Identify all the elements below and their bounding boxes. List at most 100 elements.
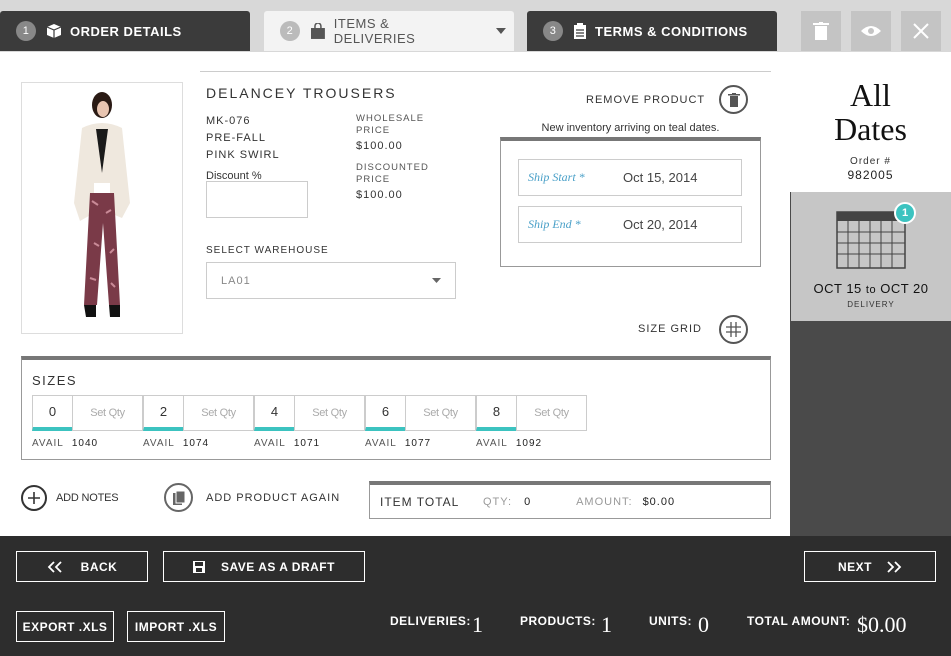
product-name: DELANCEY TROUSERS [206, 85, 397, 101]
delivery-range: OCT 15 to OCT 20 [813, 281, 929, 296]
discount-input[interactable] [206, 181, 308, 218]
size-value: 2 [143, 395, 184, 431]
set-qty-input[interactable]: Set Qty [405, 395, 476, 431]
tab-items-deliveries[interactable]: 2 ITEMS & DELIVERIES [264, 11, 514, 51]
amount-label: AMOUNT: [576, 495, 633, 508]
ship-start-field[interactable]: Ship Start * Oct 15, 2014 [518, 159, 742, 196]
size-qty-box[interactable]: 0 Set Qty [32, 395, 143, 431]
double-chevron-right-icon [887, 560, 902, 573]
avail-count: AVAIL 1040 [32, 438, 99, 449]
products-label: PRODUCTS: [520, 614, 596, 628]
delivery-card[interactable]: 1 OCT 15 to OCT 20 DELIVERY [791, 192, 951, 321]
total-amount-value: $0.00 [857, 612, 907, 637]
set-qty-input[interactable]: Set Qty [294, 395, 365, 431]
ship-dates-box [500, 137, 761, 267]
export-xls-button[interactable]: EXPORT .XLS [16, 611, 114, 642]
ship-end-value: Oct 20, 2014 [623, 217, 698, 232]
size-qty-box[interactable]: 8 Set Qty [476, 395, 587, 431]
size-value: 0 [32, 395, 73, 431]
step-number: 1 [16, 21, 36, 41]
add-product-again-label[interactable]: ADD PRODUCT AGAIN [206, 492, 340, 504]
step-number: 3 [543, 21, 563, 41]
avail-count: AVAIL 1077 [365, 438, 432, 449]
next-button[interactable]: NEXT [804, 551, 936, 582]
save-icon [193, 560, 206, 573]
trash-icon [813, 22, 829, 40]
avail-count: AVAIL 1071 [254, 438, 321, 449]
tab-label: ORDER DETAILS [70, 23, 182, 39]
warehouse-value: LA01 [221, 274, 251, 287]
tab-label: TERMS & CONDITIONS [595, 23, 748, 39]
total-amount-label: TOTAL AMOUNT: [747, 614, 851, 628]
sidebar-title: All Dates [834, 77, 907, 147]
back-button[interactable]: BACK [16, 551, 148, 582]
size-qty-box[interactable]: 4 Set Qty [254, 395, 365, 431]
product-season: PRE-FALL [206, 132, 266, 144]
qty-label: QTY: [483, 495, 513, 508]
close-button[interactable] [901, 11, 941, 51]
ship-end-label: Ship End * [528, 217, 581, 231]
product-sku: MK-076 [206, 115, 251, 127]
model-figure [74, 92, 130, 317]
units-label: UNITS: [649, 614, 692, 628]
product-image [21, 82, 183, 334]
deliveries-value: 1 [472, 612, 483, 637]
remove-product-button[interactable] [719, 85, 748, 114]
tab-label: ITEMS & DELIVERIES [333, 16, 416, 46]
tab-terms-conditions[interactable]: 3 TERMS & CONDITIONS [527, 11, 777, 51]
grid-icon [726, 322, 741, 337]
wholesale-label: WHOLESALE PRICE [356, 113, 425, 136]
wholesale-price: $100.00 [356, 140, 403, 152]
trash-icon [727, 92, 740, 107]
size-value: 8 [476, 395, 517, 431]
clipboard-icon [574, 22, 586, 39]
double-chevron-left-icon [47, 560, 62, 573]
chevron-down-icon[interactable] [496, 28, 506, 34]
import-xls-button[interactable]: IMPORT .XLS [127, 611, 225, 642]
sizes-title: SIZES [32, 373, 78, 388]
tab-order-details[interactable]: 1 ORDER DETAILS [0, 11, 250, 51]
add-notes-button[interactable] [21, 485, 47, 511]
set-qty-input[interactable]: Set Qty [72, 395, 143, 431]
size-grid-button[interactable] [719, 315, 748, 344]
size-grid-label[interactable]: SIZE GRID [638, 323, 702, 335]
product-details: MK-076 PRE-FALL PINK SWIRL [206, 113, 280, 164]
units-value: 0 [698, 612, 709, 637]
qty-value: 0 [524, 495, 531, 508]
size-value: 6 [365, 395, 406, 431]
ship-end-field[interactable]: Ship End * Oct 20, 2014 [518, 206, 742, 243]
avail-count: AVAIL 1074 [143, 438, 210, 449]
delete-button[interactable] [801, 11, 841, 51]
set-qty-input[interactable]: Set Qty [183, 395, 254, 431]
size-qty-box[interactable]: 6 Set Qty [365, 395, 476, 431]
warehouse-select[interactable]: LA01 [206, 262, 456, 299]
shopping-bag-icon [310, 22, 325, 39]
chevron-down-icon [432, 278, 441, 283]
amount-value: $0.00 [642, 495, 676, 508]
warehouse-label: SELECT WAREHOUSE [206, 245, 329, 256]
plus-icon [28, 492, 40, 504]
discounted-label: DISCOUNTED PRICE [356, 162, 429, 185]
item-total-box: ITEM TOTAL QTY: 0 AMOUNT: $0.00 [369, 481, 771, 519]
ship-start-label: Ship Start * [528, 170, 585, 184]
remove-product-label[interactable]: REMOVE PRODUCT [586, 94, 705, 106]
set-qty-input[interactable]: Set Qty [516, 395, 587, 431]
copy-icon [172, 490, 185, 505]
save-draft-button[interactable]: SAVE AS A DRAFT [163, 551, 365, 582]
close-icon [913, 23, 929, 39]
add-notes-label[interactable]: ADD NOTES [56, 492, 119, 504]
step-number: 2 [280, 21, 300, 41]
item-total-label: ITEM TOTAL [380, 494, 460, 509]
add-product-again-button[interactable] [164, 483, 193, 512]
products-value: 1 [601, 612, 612, 637]
discounted-price: $100.00 [356, 189, 403, 201]
eye-icon [861, 26, 881, 36]
preview-button[interactable] [851, 11, 891, 51]
ship-start-value: Oct 15, 2014 [623, 170, 698, 185]
box-icon [46, 24, 62, 38]
delivery-badge: 1 [894, 202, 916, 224]
product-color: PINK SWIRL [206, 149, 280, 161]
avail-count: AVAIL 1092 [476, 438, 543, 449]
inventory-note: New inventory arriving on teal dates. [541, 122, 720, 134]
size-qty-box[interactable]: 2 Set Qty [143, 395, 254, 431]
